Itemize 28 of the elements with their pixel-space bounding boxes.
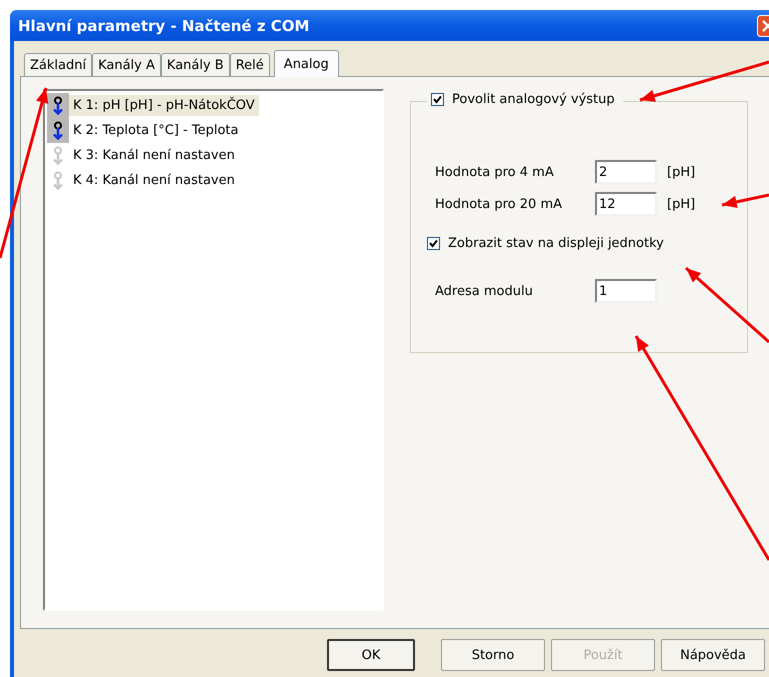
channel-item[interactable]: K 2: Teplota [°C] - Teplota xyxy=(69,120,242,141)
channel-item[interactable]: K 3: Kanál není nastaven xyxy=(69,145,239,166)
display-checkbox[interactable]: Zobrazit stav na displeji jednotky xyxy=(427,236,747,251)
channel-item[interactable]: K 4: Kanál není nastaven xyxy=(69,170,239,191)
input-field[interactable]: 12 xyxy=(595,192,657,216)
checkbox-label: Povolit analogový výstup xyxy=(452,92,615,107)
tab[interactable]: Kanály A xyxy=(92,53,161,76)
field-label: Hodnota pro 20 mA xyxy=(435,196,563,212)
unit-label: [pH] xyxy=(667,196,696,212)
input-field[interactable]: 1 xyxy=(595,279,657,303)
unit-label: [pH] xyxy=(667,164,696,180)
enable-checkbox[interactable]: Povolit analogový výstup xyxy=(427,92,623,107)
tab[interactable]: Relé xyxy=(230,53,270,76)
dialog-button[interactable]: Storno xyxy=(441,639,545,671)
checkbox[interactable] xyxy=(427,237,440,250)
field-label: Hodnota pro 4 mA xyxy=(435,164,555,180)
dialog-button[interactable]: Nápověda xyxy=(661,639,765,671)
tab[interactable]: Kanály B xyxy=(160,53,230,76)
tab[interactable]: Analog xyxy=(274,50,339,77)
checkbox-label: Zobrazit stav na displeji jednotky xyxy=(448,236,664,251)
checkbox[interactable] xyxy=(431,93,444,106)
window-title: Hlavní parametry - Načtené z COM xyxy=(18,16,310,34)
dialog-button[interactable]: OK xyxy=(327,639,415,671)
annotation-arrow xyxy=(722,194,769,208)
input-field[interactable]: 2 xyxy=(595,160,657,184)
channel-item[interactable]: K 1: pH [pH] - pH-NátokČOV xyxy=(69,95,259,116)
tab[interactable]: Základní xyxy=(24,53,92,76)
field-label: Adresa modulu xyxy=(435,284,534,298)
